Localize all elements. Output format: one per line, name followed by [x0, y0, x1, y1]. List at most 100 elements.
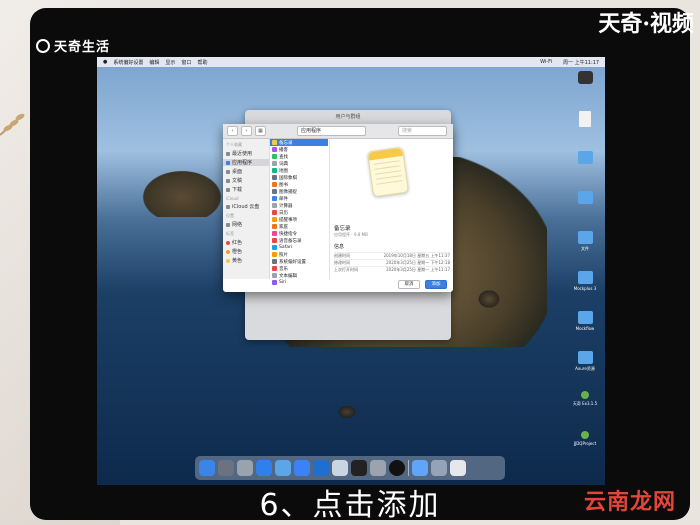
desktop-item[interactable] [571, 71, 599, 107]
app-list-item[interactable]: 地图 [270, 167, 328, 174]
forward-button[interactable]: › [241, 126, 252, 136]
add-button[interactable]: 添加 [425, 280, 447, 289]
app-list-item[interactable]: 照片 [270, 251, 328, 258]
dock-app-icon[interactable] [199, 460, 215, 476]
preview-info-header: 信息 [334, 244, 345, 250]
sidebar-item-network[interactable]: 网络 [226, 221, 269, 228]
dock-app-icon[interactable] [389, 460, 405, 476]
preview-name: 备忘录 [334, 226, 351, 232]
dock-app-icon[interactable] [275, 460, 291, 476]
sidebar-item-documents[interactable]: 文稿 [226, 177, 269, 184]
location-popup[interactable]: 应用程序 [297, 126, 366, 136]
search-input[interactable]: 搜索 [398, 126, 447, 136]
app-list-item[interactable]: 图像捕捉 [270, 188, 328, 195]
dock-app-icon[interactable] [431, 460, 447, 476]
dock-app-icon[interactable] [370, 460, 386, 476]
folder-icon [577, 151, 593, 164]
app-list-item[interactable]: 计算器 [270, 202, 328, 209]
watermark-bottom-right: 云南龙网 [583, 490, 676, 515]
app-list-item[interactable]: 音乐 [270, 265, 328, 272]
desktop-item[interactable]: 天奇 Ex3.1.5 [571, 391, 599, 427]
orange-tag-icon [226, 249, 230, 254]
app-list-item[interactable]: 词典 [270, 160, 328, 167]
menu-edit[interactable]: 编辑 [149, 59, 159, 66]
dock [195, 456, 505, 480]
menu-window[interactable]: 窗口 [181, 59, 191, 66]
dialog-buttons: 取消 添加 [398, 280, 447, 289]
menu-app[interactable]: 系统偏好设置 [113, 59, 143, 66]
app-list-item[interactable]: Safari [270, 244, 328, 251]
app-list-item[interactable]: 播客 [270, 146, 328, 153]
desktop-icon [226, 169, 230, 174]
sidebar-item-downloads[interactable]: 下载 [226, 186, 269, 193]
desktop-item[interactable]: Mockplus 3 [571, 271, 599, 307]
app-list-item[interactable]: 文本编辑 [270, 272, 328, 279]
dock-separator [408, 460, 409, 476]
app-list-item[interactable]: 系统偏好设置 [270, 258, 328, 265]
dock-app-icon[interactable] [256, 460, 272, 476]
app-list-item[interactable]: 语音备忘录 [270, 237, 328, 244]
wallpaper-rock [337, 405, 357, 419]
sidebar-section-title: iCloud [226, 196, 239, 201]
folder-icon [577, 311, 593, 324]
dock-app-icon[interactable] [294, 460, 310, 476]
dock-app-icon[interactable] [237, 460, 253, 476]
app-list-item[interactable]: 日历 [270, 209, 328, 216]
app-icon [272, 203, 277, 208]
sidebar-item-tag-red[interactable]: 红色 [226, 239, 269, 246]
desktop-item[interactable]: Mockflow [571, 311, 599, 347]
app-icon [272, 266, 277, 271]
dock-app-icon[interactable] [412, 460, 428, 476]
app-icon [272, 224, 277, 229]
app-icon [272, 154, 277, 159]
network-icon [226, 222, 230, 227]
menu-help[interactable]: 帮助 [197, 59, 207, 66]
desktop-item[interactable]: JJDQProject [571, 431, 599, 467]
clock-icon [226, 151, 230, 156]
dock-app-icon[interactable] [351, 460, 367, 476]
sidebar-item-recents[interactable]: 最近使用 [226, 150, 269, 157]
clock[interactable]: 周一 上午11:17 [563, 59, 599, 66]
desktop-item[interactable] [571, 111, 599, 147]
link-icon [581, 391, 589, 399]
desktop-item[interactable]: Axure资源 [571, 351, 599, 387]
app-list-item[interactable]: 快捷指令 [270, 230, 328, 237]
document-icon [226, 178, 230, 183]
menu-view[interactable]: 显示 [165, 59, 175, 66]
sidebar-item-desktop[interactable]: 桌面 [226, 168, 269, 175]
apple-menu-icon[interactable]: ● [103, 59, 107, 65]
sidebar-item-tag-yellow[interactable]: 黄色 [226, 257, 269, 264]
folder-icon [577, 231, 593, 244]
dialog-toolbar: ‹ › ▦ 应用程序 搜索 [223, 124, 453, 139]
app-list-item[interactable]: 家庭 [270, 223, 328, 230]
app-list-item[interactable]: 图书 [270, 181, 328, 188]
menu-bar: ● 系统偏好设置 编辑 显示 窗口 帮助 Wi-Fi 周一 上午11:17 [97, 57, 605, 67]
app-list-item[interactable]: Siri [270, 279, 328, 286]
desktop-item[interactable] [571, 151, 599, 187]
app-icon [272, 196, 277, 201]
dock-app-icon[interactable] [450, 460, 466, 476]
app-list-item[interactable]: 备忘录 [270, 139, 328, 146]
wifi-status[interactable]: Wi-Fi [540, 59, 552, 66]
sidebar-item-applications[interactable]: 应用程序 [223, 159, 269, 166]
dock-app-icon[interactable] [332, 460, 348, 476]
back-button[interactable]: ‹ [227, 126, 238, 136]
sidebar-item-tag-orange[interactable]: 橙色 [226, 248, 269, 255]
cancel-button[interactable]: 取消 [398, 280, 420, 289]
app-list-item[interactable]: 查找 [270, 153, 328, 160]
desktop-item[interactable]: 文件 [571, 231, 599, 267]
app-list-item[interactable]: 国际象棋 [270, 174, 328, 181]
app-icon [272, 189, 277, 194]
app-list-item[interactable]: 提醒事项 [270, 216, 328, 223]
app-list-item[interactable]: 邮件 [270, 195, 328, 202]
dock-app-icon[interactable] [313, 460, 329, 476]
desktop-item[interactable] [571, 191, 599, 227]
sidebar-section-title: 个人收藏 [226, 142, 242, 147]
app-icon [272, 147, 277, 152]
applications-icon [226, 160, 230, 165]
sidebar-item-icloud-drive[interactable]: iCloud 云盘 [226, 203, 269, 210]
view-mode-button[interactable]: ▦ [255, 126, 266, 136]
app-icon [272, 175, 277, 180]
watermark-top-left-text: 天奇生活 [54, 40, 111, 55]
dock-app-icon[interactable] [218, 460, 234, 476]
